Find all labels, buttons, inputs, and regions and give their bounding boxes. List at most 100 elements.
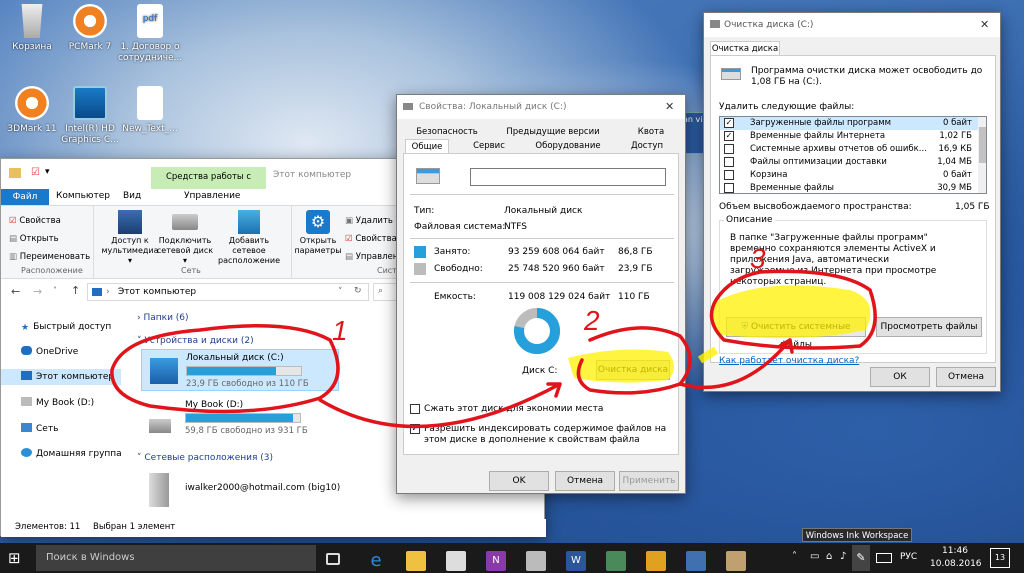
section-drives[interactable]: ˅ Устройства и диски (2) — [137, 336, 254, 346]
paint-icon[interactable] — [606, 551, 626, 571]
network-tray-icon[interactable]: ▭ — [810, 551, 819, 562]
image-viewer-icon[interactable] — [686, 551, 706, 571]
file-list-item[interactable]: Корзина 0 байт — [720, 169, 978, 182]
tab-sharing[interactable]: Доступ — [617, 139, 677, 153]
file-list-item[interactable]: ✓ Временные файлы Интернета 1,02 ГБ — [720, 130, 978, 143]
address-bar[interactable]: › Этот компьютер ˅ ↻ — [87, 283, 369, 301]
nav-this-pc[interactable]: Этот компьютер — [1, 369, 121, 385]
drive-name-input[interactable] — [470, 168, 666, 186]
file-explorer-icon[interactable] — [406, 551, 426, 571]
cancel-button[interactable]: Отмена — [555, 471, 615, 491]
file-list-item[interactable]: Временные файлы 30,9 МБ — [720, 182, 978, 193]
view-files-button[interactable]: Просмотреть файлы — [876, 317, 982, 337]
nav-quick-access[interactable]: ★ Быстрый доступ — [21, 321, 111, 333]
drive-d-tile[interactable]: My Book (D:) 59,8 ГБ свободно из 931 ГБ — [141, 397, 339, 439]
start-button[interactable]: ⊞ — [8, 549, 26, 567]
file-checkbox[interactable]: ✓ — [724, 118, 734, 128]
taskbar-search-box[interactable]: Поиск в Windows — [36, 545, 316, 571]
clean-system-files-button[interactable]: ⛨ Очистить системные файлы — [726, 317, 866, 350]
file-list-item[interactable]: ✓ Загруженные файлы программ 0 байт — [720, 117, 978, 130]
address-dropdown-icon[interactable]: ˅ — [338, 287, 343, 297]
tab-manage[interactable]: Управление — [184, 191, 240, 201]
edge-icon[interactable]: e — [366, 551, 386, 571]
qat-icon[interactable] — [9, 168, 21, 178]
clock-time[interactable]: 11:46 — [942, 546, 968, 556]
task-view-icon[interactable] — [326, 553, 340, 565]
back-icon[interactable]: ← — [11, 285, 20, 298]
tab-computer[interactable]: Компьютер — [56, 191, 110, 201]
refresh-icon[interactable]: ↻ — [354, 286, 362, 296]
network-location-item[interactable]: iwalker2000@hotmail.com (big10) — [141, 471, 401, 511]
file-checkbox[interactable] — [724, 183, 734, 193]
file-checkbox[interactable] — [724, 157, 734, 167]
action-center-button[interactable]: 13 — [990, 548, 1010, 568]
tab-view[interactable]: Вид — [123, 191, 141, 201]
clock-date[interactable]: 10.08.2016 — [930, 559, 982, 569]
ribbon-media-access-button[interactable]: Доступ к мультимедиа ▾ — [101, 210, 159, 266]
ribbon-rename-button[interactable]: ▥ Переименовать — [9, 248, 90, 266]
up-icon[interactable]: ↑ — [71, 284, 80, 297]
tab-hardware[interactable]: Оборудование — [525, 139, 611, 153]
list-scrollbar[interactable] — [978, 117, 986, 193]
store-icon[interactable] — [446, 551, 466, 571]
nav-onedrive[interactable]: OneDrive — [21, 346, 78, 358]
media-icon[interactable] — [646, 551, 666, 571]
apply-button[interactable]: Применить — [619, 471, 679, 491]
ink-workspace-tooltip: Windows Ink Workspace — [802, 528, 912, 542]
tab-disk-cleanup[interactable]: Очистка диска — [710, 41, 780, 55]
file-list[interactable]: ✓ Загруженные файлы программ 0 байт ✓ Времен… — [719, 116, 987, 194]
tab-quota[interactable]: Квота — [621, 125, 681, 139]
ok-button[interactable]: OK — [489, 471, 549, 491]
snipping-icon[interactable] — [726, 551, 746, 571]
tray-chevron-icon[interactable]: ˄ — [792, 551, 797, 562]
tab-general[interactable]: Общие — [405, 139, 449, 153]
onenote-icon[interactable]: N — [486, 551, 506, 571]
ribbon-open-button[interactable]: ▤ Открыть — [9, 230, 90, 248]
ribbon-add-network-location-button[interactable]: Добавить сетевое расположение — [213, 210, 285, 266]
close-icon[interactable]: ✕ — [980, 18, 989, 31]
ribbon-properties-button[interactable]: ☑ Свойства — [9, 212, 90, 230]
ink-workspace-icon[interactable]: ✎ — [852, 545, 870, 571]
history-dropdown-icon[interactable]: ˅ — [53, 286, 57, 295]
cleanup-ok-button[interactable]: ОК — [870, 367, 930, 387]
ribbon-open-settings-button[interactable]: ⚙ Открыть параметры — [294, 210, 342, 256]
file-checkbox[interactable] — [724, 170, 734, 180]
drive-c-tile[interactable]: Локальный диск (C:) 23,9 ГБ свободно из … — [141, 349, 339, 391]
forward-icon[interactable]: → — [33, 285, 42, 298]
tab-previous-versions[interactable]: Предыдущие версии — [493, 125, 613, 139]
qat-check-icon[interactable]: ☑ — [31, 167, 40, 178]
language-indicator[interactable]: РУС — [900, 552, 917, 562]
power-tray-icon[interactable]: ⌂ — [826, 551, 832, 562]
desktop-icon-recycle[interactable]: Корзина — [0, 4, 64, 53]
tab-security[interactable]: Безопасность — [409, 125, 485, 139]
index-checkbox[interactable]: ✓ — [410, 424, 420, 434]
section-folders[interactable]: › Папки (6) — [137, 313, 189, 323]
desktop-icon-3dmark[interactable]: 3DMark 11 — [0, 86, 64, 135]
how-cleanup-works-link[interactable]: Как работает очистка диска? — [719, 356, 859, 366]
file-checkbox[interactable]: ✓ — [724, 131, 734, 141]
qat-dropdown-icon[interactable]: ▾ — [45, 167, 50, 177]
nav-network[interactable]: Сеть — [21, 423, 58, 435]
nav-mybook[interactable]: My Book (D:) — [21, 397, 94, 409]
desktop-icon-intel[interactable]: Intel(R) HD Graphics C... — [58, 86, 122, 146]
file-list-item[interactable]: Файлы оптимизации доставки 1,04 МБ — [720, 156, 978, 169]
printer-icon[interactable] — [526, 551, 546, 571]
word-icon[interactable]: W — [566, 551, 586, 571]
desktop-icon-document[interactable]: pdf 1. Договор о сотрудниче... — [118, 4, 182, 64]
nav-homegroup[interactable]: Домашняя группа — [21, 448, 122, 460]
volume-tray-icon[interactable]: ♪ — [840, 551, 846, 562]
cleanup-cancel-button[interactable]: Отмена — [936, 367, 996, 387]
file-list-item[interactable]: Системные архивы отчетов об ошибк... 16,9… — [720, 143, 978, 156]
close-icon[interactable]: ✕ — [665, 100, 674, 113]
desktop-icon-text[interactable]: New_Text_... — [118, 86, 182, 135]
tab-file[interactable]: Файл — [1, 189, 49, 205]
file-checkbox[interactable] — [724, 144, 734, 154]
compress-checkbox[interactable] — [410, 404, 420, 414]
keyboard-tray-icon[interactable] — [876, 553, 892, 563]
cleanup-drive-icon — [721, 68, 741, 80]
disk-cleanup-button[interactable]: Очистка диска — [596, 360, 670, 380]
tab-service[interactable]: Сервис — [459, 139, 519, 153]
ribbon-map-drive-button[interactable]: Подключить сетевой диск ▾ — [154, 210, 216, 266]
desktop-icon-pcmark[interactable]: PCMark 7 — [58, 4, 122, 53]
section-network[interactable]: ˅ Сетевые расположения (3) — [137, 453, 273, 463]
